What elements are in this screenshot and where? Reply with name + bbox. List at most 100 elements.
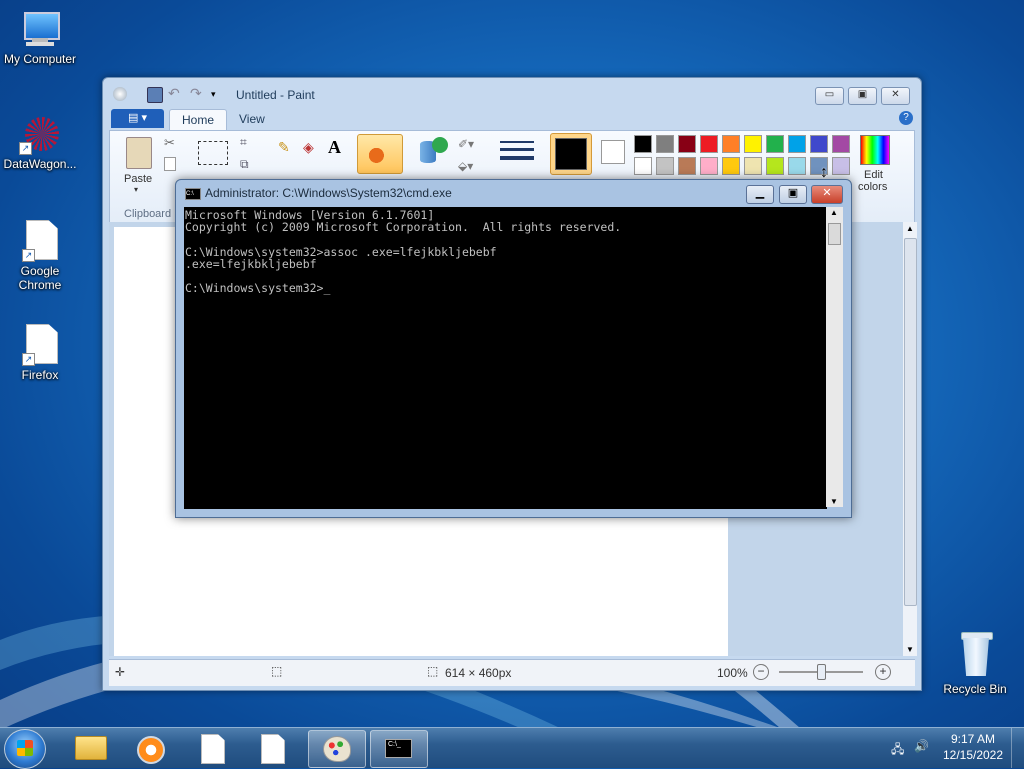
cut-icon[interactable]: ✂ — [164, 135, 175, 151]
show-desktop-button[interactable] — [1011, 728, 1024, 768]
paint-titlebar[interactable]: ↶ ↷ ▾ Untitled - Paint ▭ ▣ ✕ — [103, 78, 921, 108]
taskbar-document-2[interactable] — [246, 730, 302, 766]
scroll-up-arrow[interactable]: ▲ — [830, 208, 838, 217]
image-size-icon: ⬚ — [427, 664, 439, 678]
select-tool-button[interactable] — [198, 141, 228, 165]
ribbon-tabs: ▤ ▾ Home View ? — [109, 108, 915, 130]
desktop-icon-firefox[interactable]: ↗ Firefox — [0, 324, 80, 382]
color-swatch[interactable] — [744, 157, 762, 175]
color-wheel-icon — [860, 135, 890, 165]
help-icon[interactable]: ? — [899, 111, 913, 125]
fill-dropdown-icon[interactable]: ⬙▾ — [458, 159, 473, 173]
color-swatch[interactable] — [656, 157, 674, 175]
desktop-icon-label: DataWagon... — [3, 157, 77, 171]
resize-cursor-icon: ↕ — [820, 164, 828, 181]
size-button[interactable] — [500, 137, 534, 167]
zoom-slider[interactable] — [779, 664, 863, 680]
paint-icon — [323, 736, 351, 762]
undo-icon[interactable]: ↶ — [168, 86, 182, 101]
color-swatch[interactable] — [832, 157, 850, 175]
zoom-in-button[interactable]: + — [875, 664, 891, 680]
brushes-button[interactable] — [357, 134, 403, 174]
text-tool-icon[interactable]: A — [328, 137, 346, 157]
color-swatch[interactable] — [656, 135, 674, 153]
color-swatch[interactable] — [700, 135, 718, 153]
scroll-thumb[interactable] — [828, 223, 841, 245]
color-swatch[interactable] — [678, 135, 696, 153]
taskbar-media-player[interactable] — [122, 730, 178, 766]
paint-menu-button[interactable]: ▤ ▾ — [111, 109, 164, 128]
edit-colors-button[interactable]: Edit colors — [854, 135, 894, 197]
color-swatch[interactable] — [744, 135, 762, 153]
resize-icon[interactable]: ⧉ — [240, 157, 249, 172]
color-swatch[interactable] — [634, 157, 652, 175]
color1-swatch — [555, 138, 587, 170]
scroll-down-arrow[interactable]: ▼ — [906, 645, 914, 654]
cmd-minimize-button[interactable]: ▁ — [746, 185, 774, 204]
color-swatch[interactable] — [810, 135, 828, 153]
console-line: Copyright (c) 2009 Microsoft Corporation… — [185, 220, 622, 235]
desktop-icon-label: Firefox — [21, 368, 59, 382]
taskbar-document-1[interactable] — [186, 730, 242, 766]
tab-home[interactable]: Home — [169, 109, 228, 130]
minimize-button[interactable]: ▭ — [815, 87, 844, 105]
vertical-scrollbar[interactable]: ▲ ▼ — [903, 222, 917, 656]
taskbar-cmd[interactable]: C:\_ — [370, 730, 428, 768]
shortcut-arrow-icon: ↗ — [22, 249, 35, 262]
scroll-down-arrow[interactable]: ▼ — [830, 497, 838, 506]
color-swatch[interactable] — [788, 135, 806, 153]
color-swatch[interactable] — [678, 157, 696, 175]
start-button[interactable] — [4, 729, 46, 769]
desktop-icon-google-chrome[interactable]: ↗ Google Chrome — [0, 220, 80, 292]
cmd-scrollbar[interactable]: ▲ ▼ — [826, 207, 843, 507]
color2-swatch[interactable] — [601, 140, 625, 164]
cmd-window-title: Administrator: C:\Windows\System32\cmd.e… — [205, 186, 452, 200]
outline-icon[interactable]: ✐▾ — [458, 137, 474, 151]
scroll-thumb[interactable] — [904, 238, 917, 606]
cmd-close-button[interactable]: ✕ — [811, 185, 843, 204]
taskbar-explorer[interactable] — [62, 730, 118, 766]
fill-tool-icon[interactable]: ◈ — [303, 139, 321, 157]
paste-button[interactable]: Paste ▾ — [118, 135, 158, 197]
desktop-icon-recycle-bin[interactable]: Recycle Bin — [935, 630, 1015, 696]
zoom-slider-thumb[interactable] — [817, 664, 826, 680]
tab-view[interactable]: View — [227, 109, 277, 129]
color-swatch[interactable] — [766, 157, 784, 175]
save-icon[interactable] — [147, 87, 163, 103]
color-swatch[interactable] — [766, 135, 784, 153]
cmd-maximize-button[interactable]: ▣ — [779, 185, 807, 204]
taskbar-paint[interactable] — [308, 730, 366, 768]
console-line: .exe=lfejkbkljebebf — [185, 256, 317, 271]
desktop-icon-label: Google Chrome — [18, 264, 62, 292]
zoom-out-button[interactable]: − — [753, 664, 769, 680]
network-icon[interactable]: 🖧 — [891, 740, 907, 756]
cmd-window[interactable]: C:\ Administrator: C:\Windows\System32\c… — [175, 179, 852, 518]
paint-app-icon[interactable] — [113, 87, 127, 101]
color-swatch[interactable] — [700, 157, 718, 175]
desktop-icon-my-computer[interactable]: My Computer — [0, 10, 80, 66]
console-line: C:\Windows\system32>assoc .exe=lfejkbklj… — [185, 244, 497, 259]
color-swatch[interactable] — [722, 135, 740, 153]
console-output[interactable]: Microsoft Windows [Version 6.1.7601] Copy… — [184, 207, 827, 509]
copy-icon[interactable] — [164, 157, 176, 171]
close-button[interactable]: ✕ — [881, 87, 910, 105]
pencil-tool-icon[interactable]: ✎ — [278, 139, 296, 157]
clock-time: 9:17 AM — [950, 732, 996, 746]
color1-button[interactable] — [550, 133, 592, 175]
color-swatch[interactable] — [722, 157, 740, 175]
maximize-button[interactable]: ▣ — [848, 87, 877, 105]
redo-icon[interactable]: ↷ — [190, 86, 204, 101]
color-swatch[interactable] — [832, 135, 850, 153]
volume-icon[interactable]: 🔊 — [914, 739, 930, 753]
scroll-up-arrow[interactable]: ▲ — [906, 224, 914, 233]
shapes-icon[interactable] — [420, 137, 450, 167]
color-swatch[interactable] — [634, 135, 652, 153]
color-swatch[interactable] — [788, 157, 806, 175]
clock[interactable]: 9:17 AM 12/15/2022 — [940, 732, 1006, 762]
windows-logo-icon — [17, 740, 33, 756]
document-icon: ↗ — [22, 220, 58, 262]
customize-toolbar-icon[interactable]: ▾ — [211, 87, 225, 101]
crop-icon[interactable]: ⌗ — [240, 135, 247, 150]
desktop-icon-datawagon[interactable]: ↗ DataWagon... — [0, 115, 80, 171]
